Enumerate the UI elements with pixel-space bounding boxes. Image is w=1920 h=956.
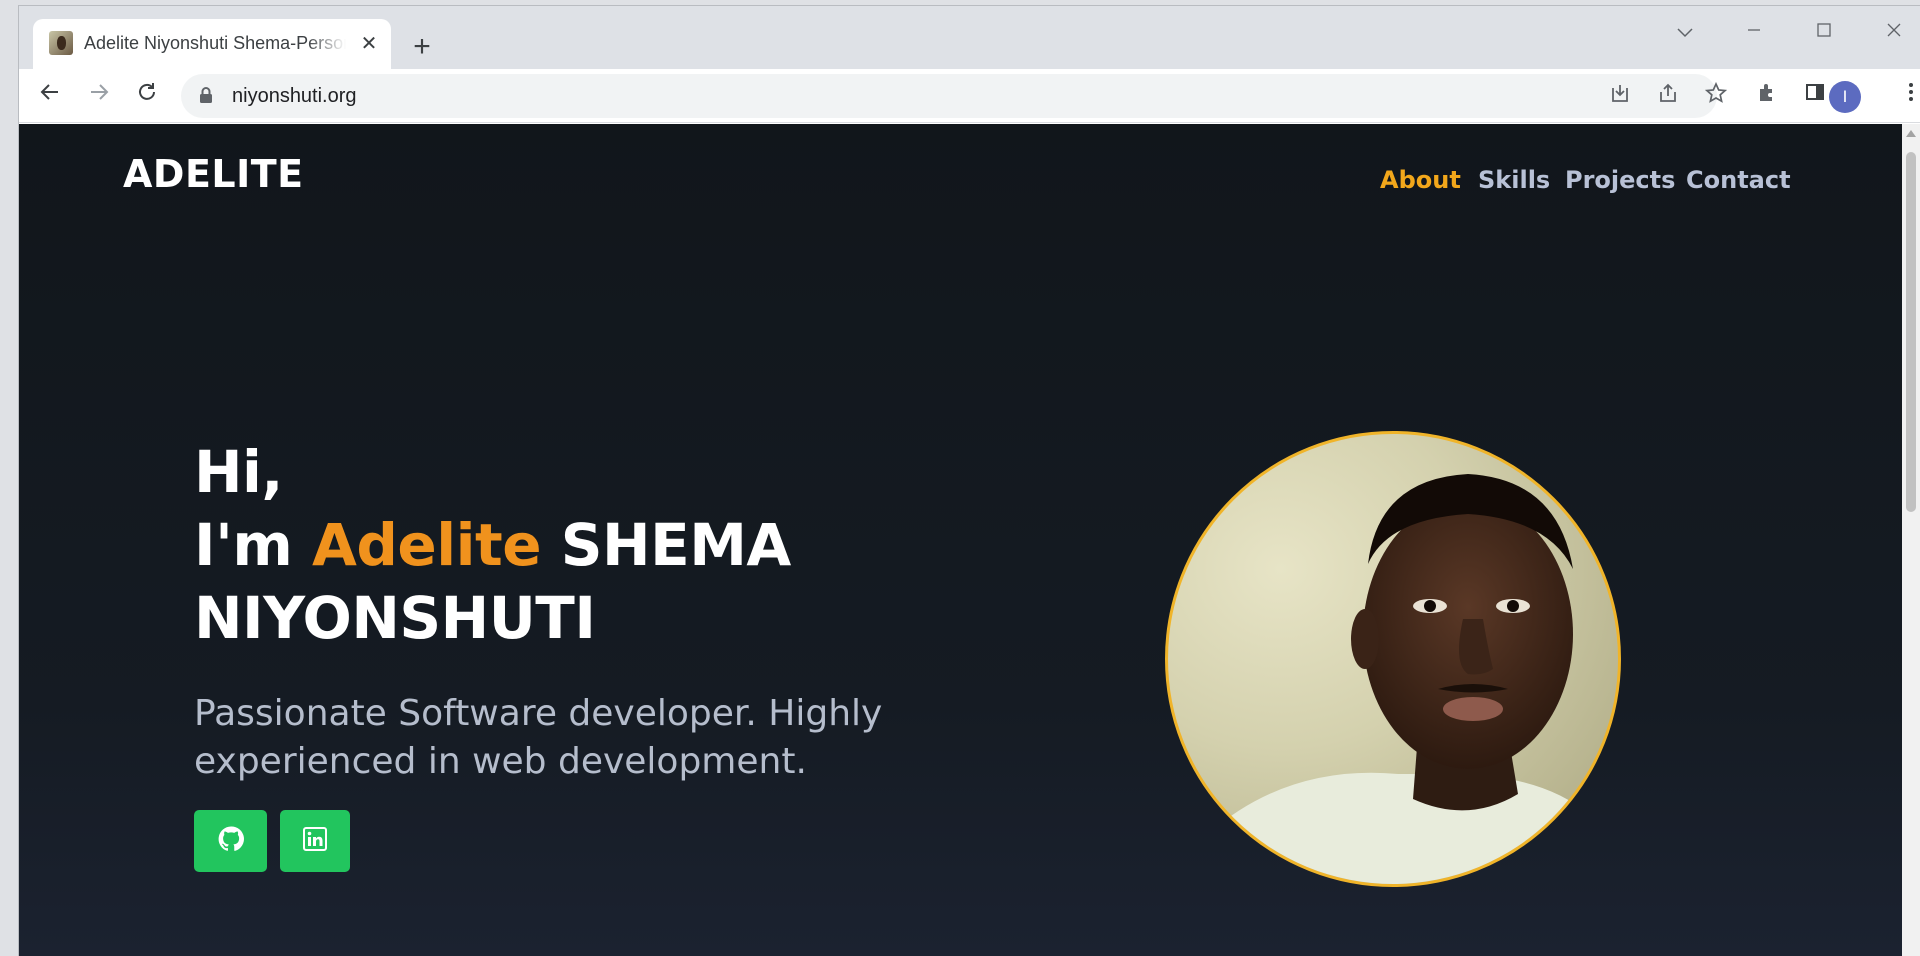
hero-subtitle: Passionate Software developer. Highly ex…	[194, 693, 883, 782]
forward-icon[interactable]	[81, 78, 117, 114]
portrait-illustration	[1172, 474, 1618, 884]
nav-contact[interactable]: Contact	[1686, 166, 1791, 194]
browser-toolbar: niyonshuti.org I	[19, 69, 1920, 123]
url-text: niyonshuti.org	[232, 85, 357, 107]
tab-title: Adelite Niyonshuti Shema-Personal Portfo…	[84, 33, 346, 53]
linkedin-button[interactable]	[280, 810, 350, 872]
favicon-icon	[49, 31, 73, 55]
side-panel-icon[interactable]	[1797, 78, 1833, 114]
new-tab-button[interactable]: +	[405, 30, 439, 64]
hero-heading: Hi, I'm Adelite SHEMA NIYONSHUTI	[194, 436, 791, 655]
maximize-icon[interactable]	[1794, 12, 1854, 52]
tab-close-icon[interactable]: ✕	[354, 29, 384, 59]
browser-window: Adelite Niyonshuti Shema-Personal Portfo…	[19, 6, 1920, 956]
tab-strip: Adelite Niyonshuti Shema-Personal Portfo…	[19, 6, 1920, 69]
hero-first-name: Adelite	[311, 511, 542, 579]
hero-last-name-1: SHEMA	[560, 511, 792, 579]
scroll-up-arrow-icon[interactable]	[1906, 130, 1916, 137]
minimize-icon[interactable]	[1724, 12, 1784, 52]
hero-intro: I'm	[194, 511, 293, 579]
hero-greeting: Hi,	[194, 438, 283, 506]
nav-about[interactable]: About	[1380, 166, 1461, 194]
hero-last-name-2: NIYONSHUTI	[194, 584, 596, 652]
tab-search-icon[interactable]	[1655, 12, 1715, 52]
web-page: ADELITE About Skills Projects Contact Hi…	[19, 124, 1902, 956]
scroll-thumb[interactable]	[1906, 152, 1916, 512]
nav-projects[interactable]: Projects	[1565, 166, 1675, 194]
menu-icon[interactable]	[1893, 78, 1920, 114]
page-scrollbar[interactable]	[1902, 124, 1920, 956]
reload-icon[interactable]	[129, 78, 165, 114]
github-icon	[218, 826, 244, 856]
bookmark-star-icon[interactable]	[1700, 81, 1732, 113]
profile-avatar[interactable]: I	[1829, 81, 1861, 113]
browser-tab[interactable]: Adelite Niyonshuti Shema-Personal Portfo…	[33, 19, 391, 69]
close-window-icon[interactable]	[1864, 12, 1920, 52]
hero-name-line: I'm Adelite SHEMA	[194, 509, 791, 582]
github-button[interactable]	[194, 810, 267, 872]
address-bar[interactable]: niyonshuti.org	[181, 74, 1728, 118]
extensions-icon[interactable]	[1749, 78, 1785, 114]
share-icon[interactable]	[1652, 81, 1684, 113]
profile-photo	[1165, 431, 1621, 887]
nav-skills[interactable]: Skills	[1478, 166, 1550, 194]
install-app-icon[interactable]	[1604, 81, 1636, 113]
linkedin-icon	[303, 827, 327, 855]
back-icon[interactable]	[32, 78, 68, 114]
site-logo[interactable]: ADELITE	[123, 152, 304, 196]
lock-icon[interactable]	[199, 86, 213, 109]
